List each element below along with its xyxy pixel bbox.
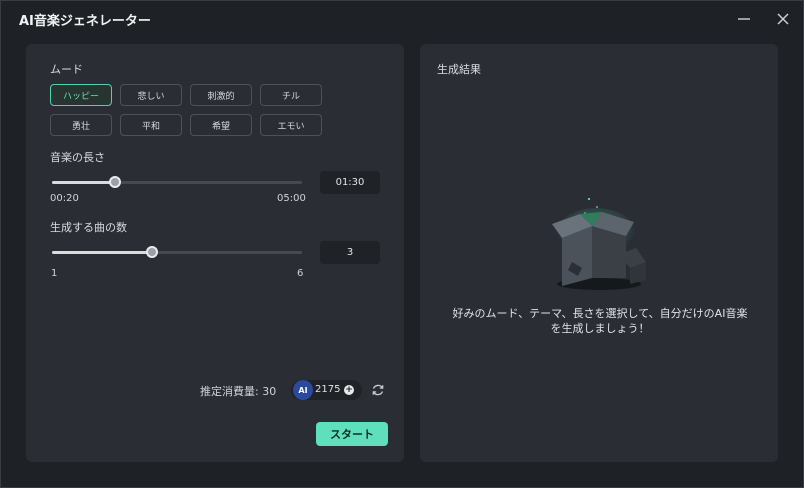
- mood-chip-exciting[interactable]: 刺激的: [190, 84, 252, 106]
- close-icon: [777, 13, 789, 25]
- length-min-label: 00:20: [50, 193, 79, 204]
- mood-chip-hopeful[interactable]: 希望: [190, 114, 252, 136]
- length-slider[interactable]: [52, 175, 302, 189]
- length-label: 音楽の長さ: [50, 151, 105, 164]
- credits-value: 2175: [315, 384, 341, 395]
- count-slider-thumb[interactable]: [146, 246, 158, 258]
- ai-credit-icon: AI: [293, 380, 313, 400]
- minimize-button[interactable]: [732, 7, 756, 31]
- count-min-label: 1: [51, 268, 58, 279]
- mood-chip-peaceful[interactable]: 平和: [120, 114, 182, 136]
- mood-chip-heroic[interactable]: 勇壮: [50, 114, 112, 136]
- count-value-field[interactable]: 3: [320, 241, 380, 264]
- mood-chip-sad[interactable]: 悲しい: [120, 84, 182, 106]
- estimated-cost: 推定消費量: 30: [200, 385, 277, 398]
- mood-chip-chill[interactable]: チル: [260, 84, 322, 106]
- length-value-field[interactable]: 01:30: [320, 171, 380, 194]
- count-max-label: 6: [297, 268, 304, 279]
- plus-circle-icon[interactable]: +: [344, 385, 354, 395]
- refresh-icon[interactable]: [371, 383, 385, 397]
- mood-label: ムード: [50, 63, 83, 76]
- result-message-line1: 好みのムード、テーマ、長さを選択して、自分だけのAI音楽: [452, 307, 748, 320]
- mood-chip-emotional[interactable]: エモい: [260, 114, 322, 136]
- credits-balance: AI 2175 +: [291, 380, 362, 400]
- length-slider-fill: [52, 181, 115, 184]
- window-title: AI音楽ジェネレーター: [19, 14, 151, 29]
- count-slider-fill: [52, 251, 152, 254]
- close-button[interactable]: [771, 7, 795, 31]
- open-box-icon: [552, 198, 646, 290]
- title-bar: AI音楽ジェネレーター: [1, 1, 803, 37]
- mood-chip-happy[interactable]: ハッピー: [50, 84, 112, 106]
- result-message-line2: を生成しましょう！: [550, 322, 650, 335]
- length-max-label: 05:00: [277, 193, 306, 204]
- length-slider-thumb[interactable]: [108, 176, 121, 188]
- count-slider[interactable]: [52, 245, 302, 259]
- start-button[interactable]: スタート: [316, 422, 388, 446]
- count-label: 生成する曲の数: [50, 221, 127, 234]
- minimize-icon: [738, 18, 750, 20]
- result-title: 生成結果: [437, 63, 481, 76]
